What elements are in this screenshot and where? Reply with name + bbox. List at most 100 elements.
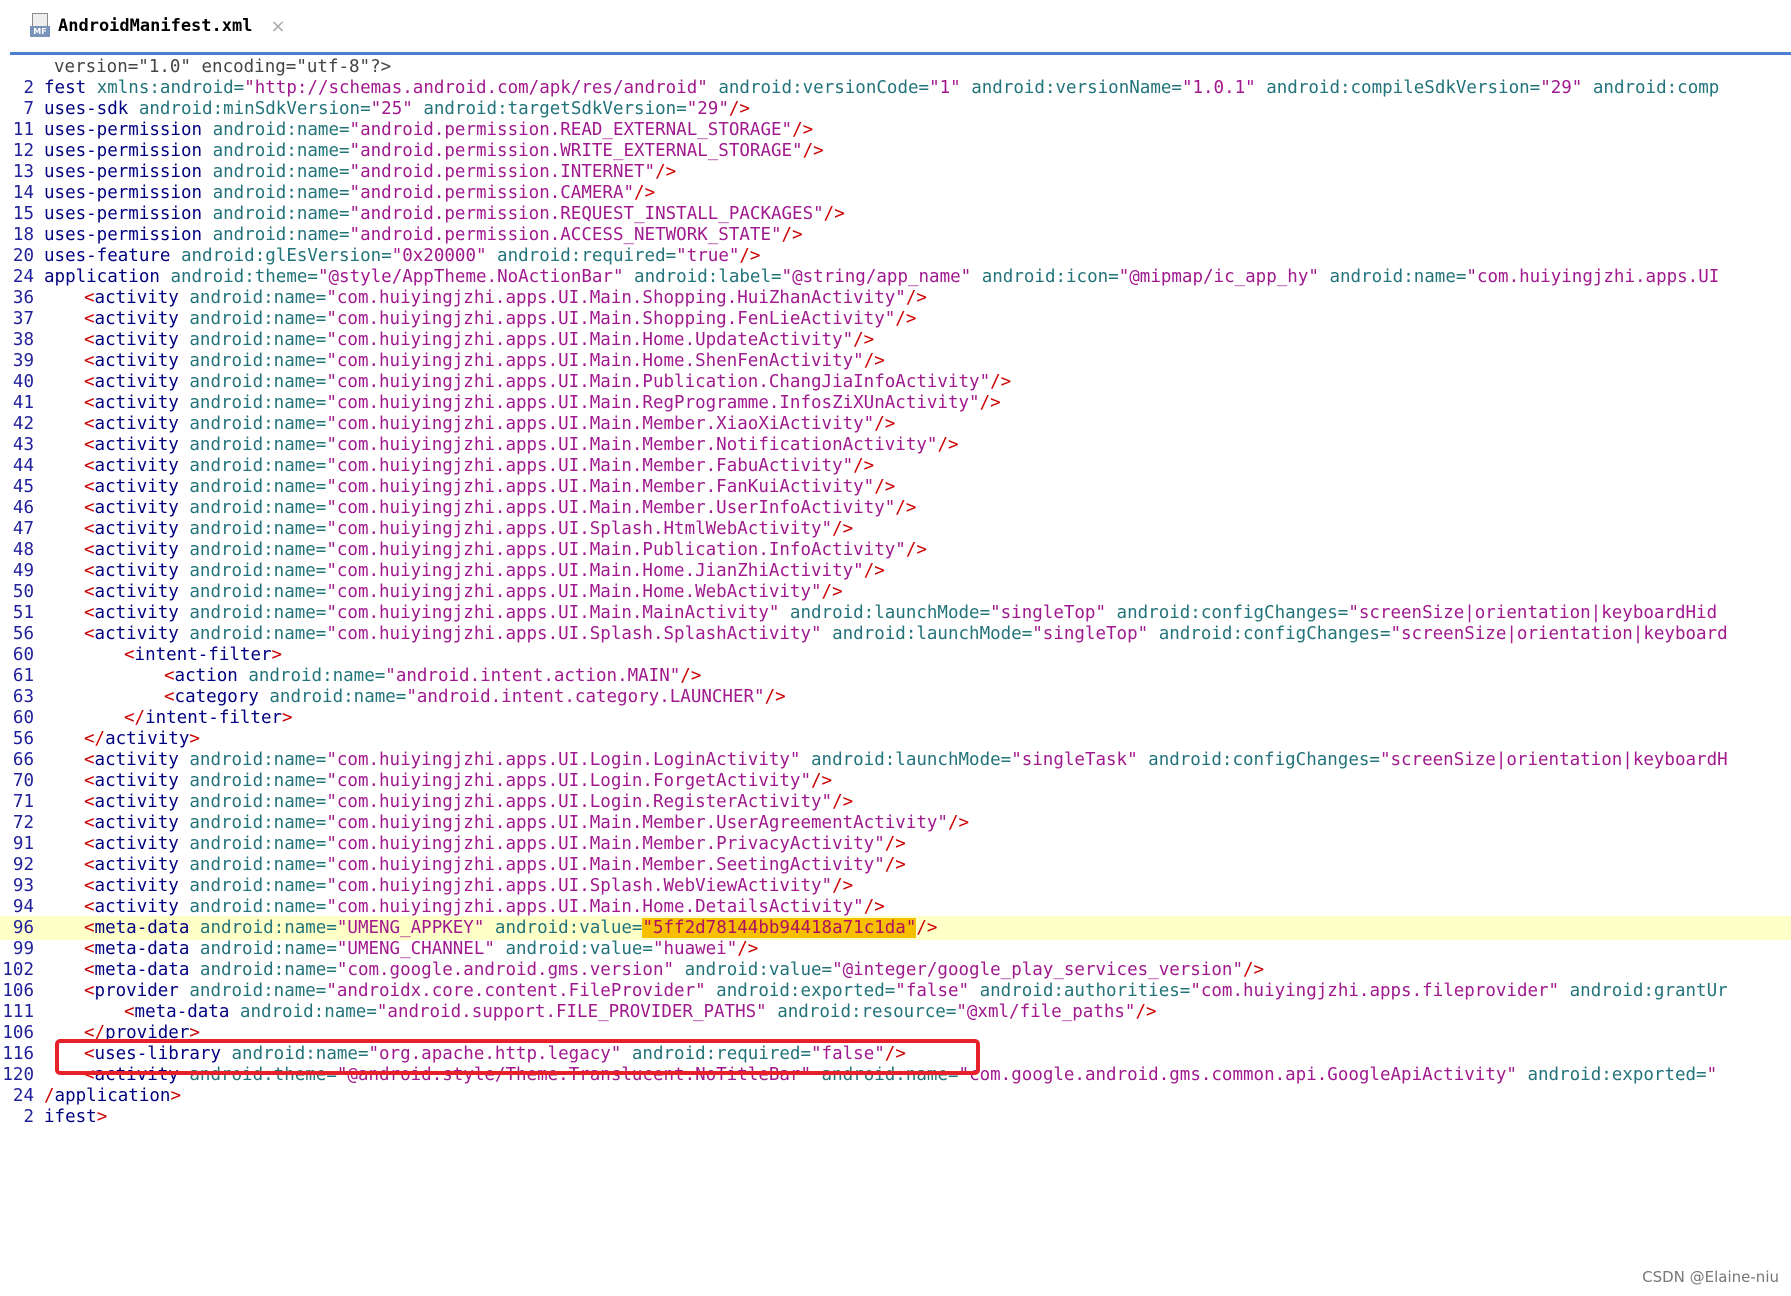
code-token: android:grantUr [1559,981,1728,1001]
code-token: "29" [1540,78,1583,98]
line-code: uses-permission android:name="android.pe… [44,183,655,203]
code-line[interactable]: 2 ifest> [0,1105,1791,1129]
code-token: "@xml/file_paths" [956,1002,1136,1022]
code-token: "false" [895,981,970,1001]
code-token: /> [781,225,803,245]
code-token: intent-filter [145,708,283,728]
code-token: "com.huiyingjzhi.apps.UI.Login.RegisterA… [326,792,833,812]
code-token: fest [44,78,97,98]
code-token: ifest [44,1107,97,1127]
code-token: android:exported= [1516,1065,1707,1085]
code-token: < [84,393,95,413]
code-token: < [84,477,95,497]
code-token: /> [937,435,959,455]
code-token: android:value= [494,939,653,959]
code-token: /> [764,687,786,707]
code-token: /> [884,1044,906,1064]
code-token: android:name= [189,771,327,791]
code-token: android:name= [269,687,407,707]
line-code: <activity android:name="com.huiyingjzhi.… [84,498,916,518]
line-code: /application> [44,1086,181,1106]
line-code: <meta-data android:name="android.support… [124,1002,1157,1022]
code-token: /> [874,414,896,434]
code-token: android:name= [189,603,327,623]
code-token: "com.huiyingjzhi.apps.UI.Login.ForgetAct… [326,771,811,791]
code-token: "@string/app_name" [781,267,972,287]
line-code: <activity android:name="com.huiyingjzhi.… [84,813,969,833]
code-token: "android.permission.INTERNET" [349,162,656,182]
code-token: android:configChanges= [1137,750,1380,770]
code-token: android:name= [199,939,337,959]
code-token: "com.huiyingjzhi.apps.UI.Main.Member.Use… [326,498,896,518]
code-token: android:name= [189,456,327,476]
code-token: "com.huiyingjzhi.apps.UI.Main.Publicatio… [326,372,991,392]
code-token: </ [124,708,146,728]
code-token: "com.huiyingjzhi.apps.UI.Main.Home.Detai… [326,897,864,917]
code-token: android:name= [212,120,350,140]
active-tab-underline [10,52,1791,55]
code-token: < [84,624,95,644]
code-token: /> [979,393,1001,413]
line-number: 2 [23,1107,34,1127]
code-editor[interactable]: version="1.0" encoding="utf-8"?> 2 fest xm… [0,57,1791,1296]
code-token: /> [823,204,845,224]
code-token: android:launchMode= [800,750,1012,770]
line-code: <provider android:name="androidx.core.co… [84,981,1728,1001]
line-code: <activity android:name="com.huiyingjzhi.… [84,624,1728,644]
code-token: < [84,288,95,308]
code-token: version="1.0" encoding="utf-8"?> [54,57,392,77]
code-token: /> [832,519,854,539]
code-token: < [84,792,95,812]
code-token: "true" [676,246,740,266]
code-token: category [174,687,270,707]
line-code: uses-permission android:name="android.pe… [44,120,813,140]
code-token: /> [728,99,750,119]
editor-tab-bar: MF AndroidManifest.xml × [0,0,1791,55]
code-token: activity [94,771,190,791]
code-token: uses-library [94,1044,232,1064]
code-token: </ [84,729,106,749]
code-token: android:name= [189,393,327,413]
code-token: "android.permission.REQUEST_INSTALL_PACK… [349,204,824,224]
watermark: CSDN @Elaine-niu [1642,1268,1779,1286]
code-token: android:name= [189,540,327,560]
code-token: /> [863,897,885,917]
code-token: /> [832,792,854,812]
code-token: android:resource= [766,1002,957,1022]
code-token: activity [94,414,190,434]
close-icon[interactable]: × [270,16,285,37]
line-code: </provider> [84,1023,200,1043]
code-token: " [1706,1065,1718,1085]
code-token: android:name= [248,666,386,686]
code-token: "com.huiyingjzhi.apps.UI.Main.RegProgram… [326,393,980,413]
code-token: /> [792,120,814,140]
code-token: android:name= [189,855,327,875]
code-token: /> [895,309,917,329]
code-token: "com.huiyingjzhi.apps.UI.Main.Member.Pri… [326,834,885,854]
code-token: /> [947,813,970,833]
code-token: "com.huiyingjzhi.apps.UI.Splash.SplashAc… [326,624,822,644]
code-token: < [84,960,95,980]
code-token: android:label= [623,267,782,287]
tab-android-manifest[interactable]: MF AndroidManifest.xml × [10,0,302,52]
line-code: <activity android:name="com.huiyingjzhi.… [84,351,885,371]
line-code: </intent-filter> [124,708,293,728]
code-token: < [84,771,95,791]
code-token: uses-permission [44,183,213,203]
code-token: "android.permission.READ_EXTERNAL_STORAG… [349,120,793,140]
code-token: meta-data [134,1002,240,1022]
line-code: uses-permission android:name="android.pe… [44,225,803,245]
code-token: < [84,561,95,581]
code-token: activity [94,582,190,602]
code-token: provider [94,981,190,1001]
code-token: "screenSize|orientation|keyboard [1390,624,1728,644]
code-token: activity [94,897,190,917]
code-token: android:name= [189,561,327,581]
line-code: <meta-data android:name="UMENG_APPKEY" a… [84,918,937,938]
code-token: < [164,666,175,686]
code-token: "@android:style/Theme.Translucent.NoTitl… [336,1065,812,1085]
code-token: activity [105,729,190,749]
code-token: activity [94,813,190,833]
code-token: activity [94,624,190,644]
code-token: android:value= [674,960,833,980]
